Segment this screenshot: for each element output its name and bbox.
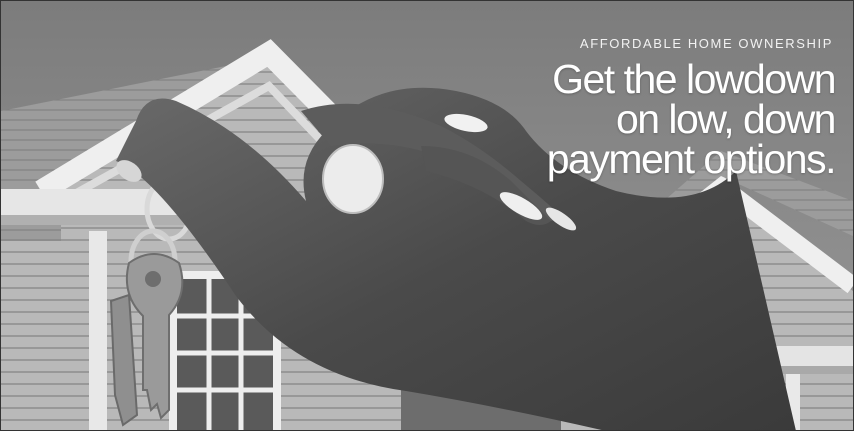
- headline-line-3: payment options.: [546, 136, 837, 182]
- headline-line-1: Get the lowdown: [552, 56, 836, 102]
- promo-banner[interactable]: AFFORDABLE HOME OWNERSHIP Get the lowdow…: [0, 0, 854, 431]
- headline: Get the lowdown on low, down payment opt…: [455, 56, 837, 182]
- headline-line-2: on low, down: [615, 96, 837, 142]
- eyebrow-label: AFFORDABLE HOME OWNERSHIP: [579, 36, 833, 51]
